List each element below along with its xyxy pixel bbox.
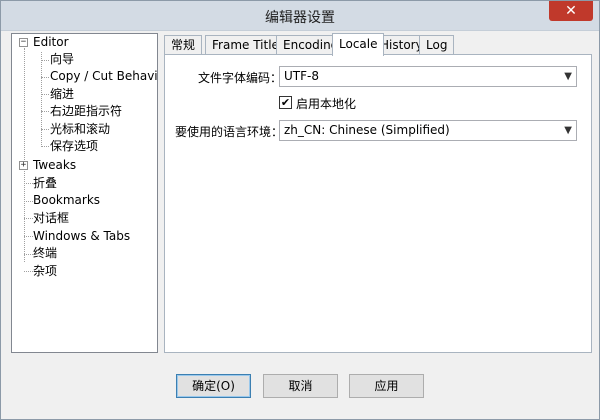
tree-item-folding[interactable]: 折叠 xyxy=(33,175,57,192)
tab-log[interactable]: Log xyxy=(419,35,455,54)
encoding-value: UTF-8 xyxy=(284,69,319,83)
tree-guide-h xyxy=(41,77,49,78)
tree-guide-h xyxy=(41,146,49,147)
tab-strip: 常规 Frame Title Encoding Locale History L… xyxy=(164,33,594,56)
tree-guide-h xyxy=(24,271,33,272)
encoding-label: 文件字体编码： xyxy=(198,71,283,85)
tree-guide-h xyxy=(24,201,33,202)
title-bar: 编辑器设置 ✕ xyxy=(1,1,599,31)
expand-icon[interactable]: + xyxy=(19,161,28,170)
apply-button[interactable]: 应用 xyxy=(349,374,424,398)
settings-tree: − Editor 向导 Copy / Cut Behavior 缩进 右边距指示… xyxy=(11,33,158,353)
tree-guide-h xyxy=(41,60,49,61)
tree-item-bookmarks[interactable]: Bookmarks xyxy=(33,192,100,209)
tree-guide-h xyxy=(24,254,33,255)
editor-settings-window: 编辑器设置 ✕ − Editor 向导 Copy / Cut Behavior … xyxy=(0,0,600,420)
tree-guide-h xyxy=(24,183,33,184)
tree-item-indent[interactable]: 缩进 xyxy=(50,86,74,103)
window-title: 编辑器设置 xyxy=(265,10,335,26)
language-dropdown[interactable]: zh_CN: Chinese (Simplified) ▼ xyxy=(279,120,577,141)
locale-panel: 文件字体编码： UTF-8 ▼ ✔ 启用本地化 要使用的语言环境： zh_CN:… xyxy=(164,54,592,353)
tree-guide-root xyxy=(24,48,25,262)
tree-item-copy-cut[interactable]: Copy / Cut Behavior xyxy=(50,68,157,85)
chevron-down-icon: ▼ xyxy=(564,71,572,82)
ok-button[interactable]: 确定(O) xyxy=(176,374,251,398)
tree-item-editor[interactable]: Editor xyxy=(33,34,69,51)
tab-general[interactable]: 常规 xyxy=(164,35,203,54)
tree-guide-h xyxy=(24,236,33,237)
tree-item-wizard[interactable]: 向导 xyxy=(50,51,74,68)
tree-item-terminal[interactable]: 终端 xyxy=(33,245,57,262)
localize-label: 启用本地化 xyxy=(296,97,357,111)
language-label: 要使用的语言环境： xyxy=(175,125,284,139)
tree-guide-h xyxy=(41,129,49,130)
tree-item-tweaks[interactable]: Tweaks xyxy=(33,157,76,174)
localize-checkbox[interactable]: ✔ xyxy=(279,96,292,109)
close-button[interactable]: ✕ xyxy=(549,1,593,21)
encoding-dropdown[interactable]: UTF-8 ▼ xyxy=(279,66,577,87)
tree-item-cursor-scroll[interactable]: 光标和滚动 xyxy=(50,121,110,138)
tree-item-right-margin[interactable]: 右边距指示符 xyxy=(50,103,122,120)
chevron-down-icon: ▼ xyxy=(564,125,572,136)
cancel-button[interactable]: 取消 xyxy=(263,374,338,398)
language-value: zh_CN: Chinese (Simplified) xyxy=(284,123,450,137)
tree-guide-h xyxy=(41,94,49,95)
tab-locale[interactable]: Locale xyxy=(332,33,385,56)
tab-frame-title[interactable]: Frame Title xyxy=(205,35,286,54)
tree-item-save-options[interactable]: 保存选项 xyxy=(50,138,98,155)
tree-item-windows-tabs[interactable]: Windows & Tabs xyxy=(33,228,130,245)
tree-guide-h xyxy=(24,218,33,219)
tree-guide-editor xyxy=(41,52,42,147)
tree-guide-h xyxy=(41,111,49,112)
tree-item-dialogs[interactable]: 对话框 xyxy=(33,210,69,227)
tree-item-misc[interactable]: 杂项 xyxy=(33,263,57,280)
collapse-icon[interactable]: − xyxy=(19,38,28,47)
